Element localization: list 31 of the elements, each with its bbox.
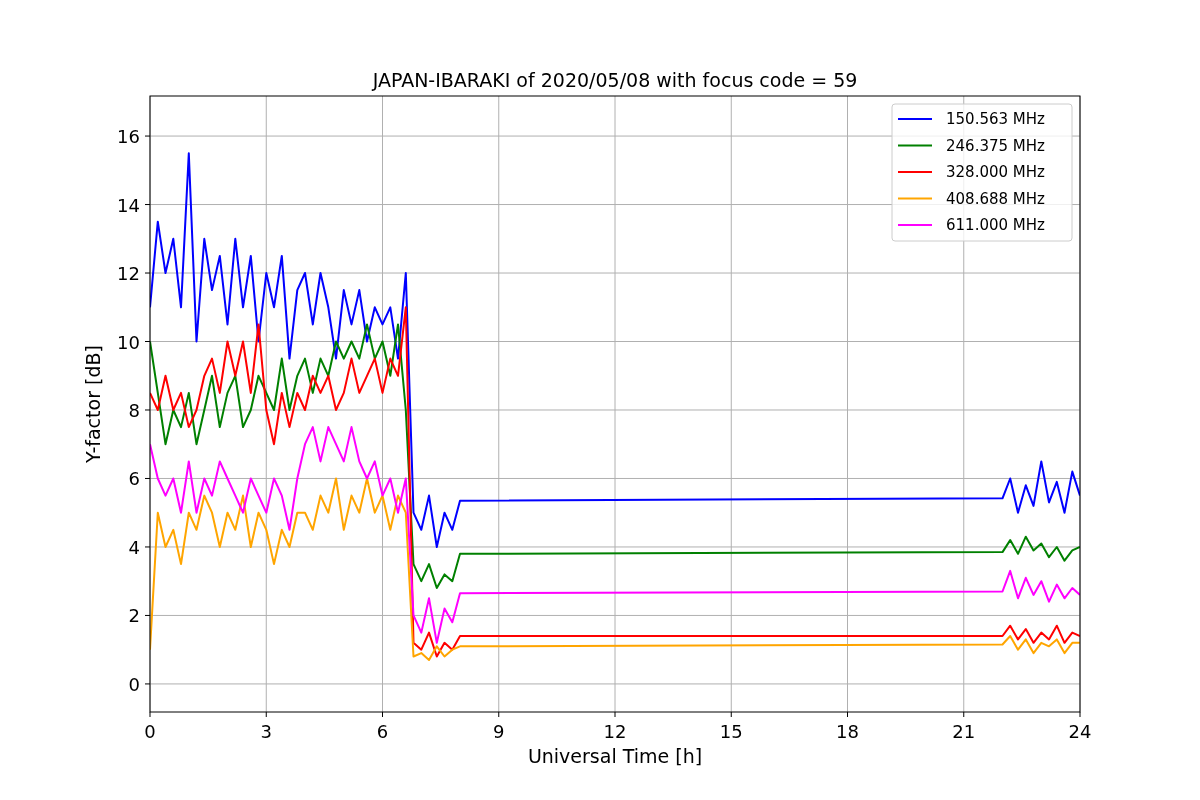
legend-line <box>897 224 933 226</box>
y-axis-label: Y-factor [dB] <box>82 345 104 463</box>
x-tick-label: 12 <box>603 721 627 742</box>
legend-label: 150.563 MHz <box>946 110 1045 128</box>
x-tick-label: 21 <box>952 721 976 742</box>
y-tick-label: 8 <box>128 400 140 421</box>
y-tick-label: 16 <box>117 126 140 148</box>
legend-line <box>897 171 933 173</box>
legend-label: 611.000 MHz <box>946 216 1045 234</box>
legend-label: 328.000 MHz <box>946 163 1045 181</box>
x-axis-label: Universal Time [h] <box>527 745 703 767</box>
legend-label: 246.375 MHz <box>946 136 1045 155</box>
x-tick-label: 3 <box>260 721 272 742</box>
x-tick-label: 6 <box>376 721 389 742</box>
legend-label: 408.688 MHz <box>946 189 1045 208</box>
y-tick-label: 2 <box>128 605 140 627</box>
y-tick-label: 4 <box>128 536 140 558</box>
legend-line <box>897 118 933 120</box>
x-tick-label: 18 <box>836 721 859 742</box>
x-tick-label: 0 <box>144 721 156 742</box>
y-tick-label: 0 <box>128 673 140 695</box>
x-tick-label: 24 <box>1068 721 1092 742</box>
chart-title: JAPAN-IBARAKI of 2020/05/08 with focus code = 59 <box>372 69 858 91</box>
legend-line <box>897 197 933 200</box>
x-tick-label: 15 <box>719 721 743 742</box>
legend-line <box>897 144 933 147</box>
x-tick-label: 9 <box>493 721 505 742</box>
y-tick-label: 14 <box>117 194 140 216</box>
y-tick-label: 12 <box>117 263 140 285</box>
y-tick-label: 6 <box>128 468 140 490</box>
y-tick-label: 10 <box>117 331 140 353</box>
